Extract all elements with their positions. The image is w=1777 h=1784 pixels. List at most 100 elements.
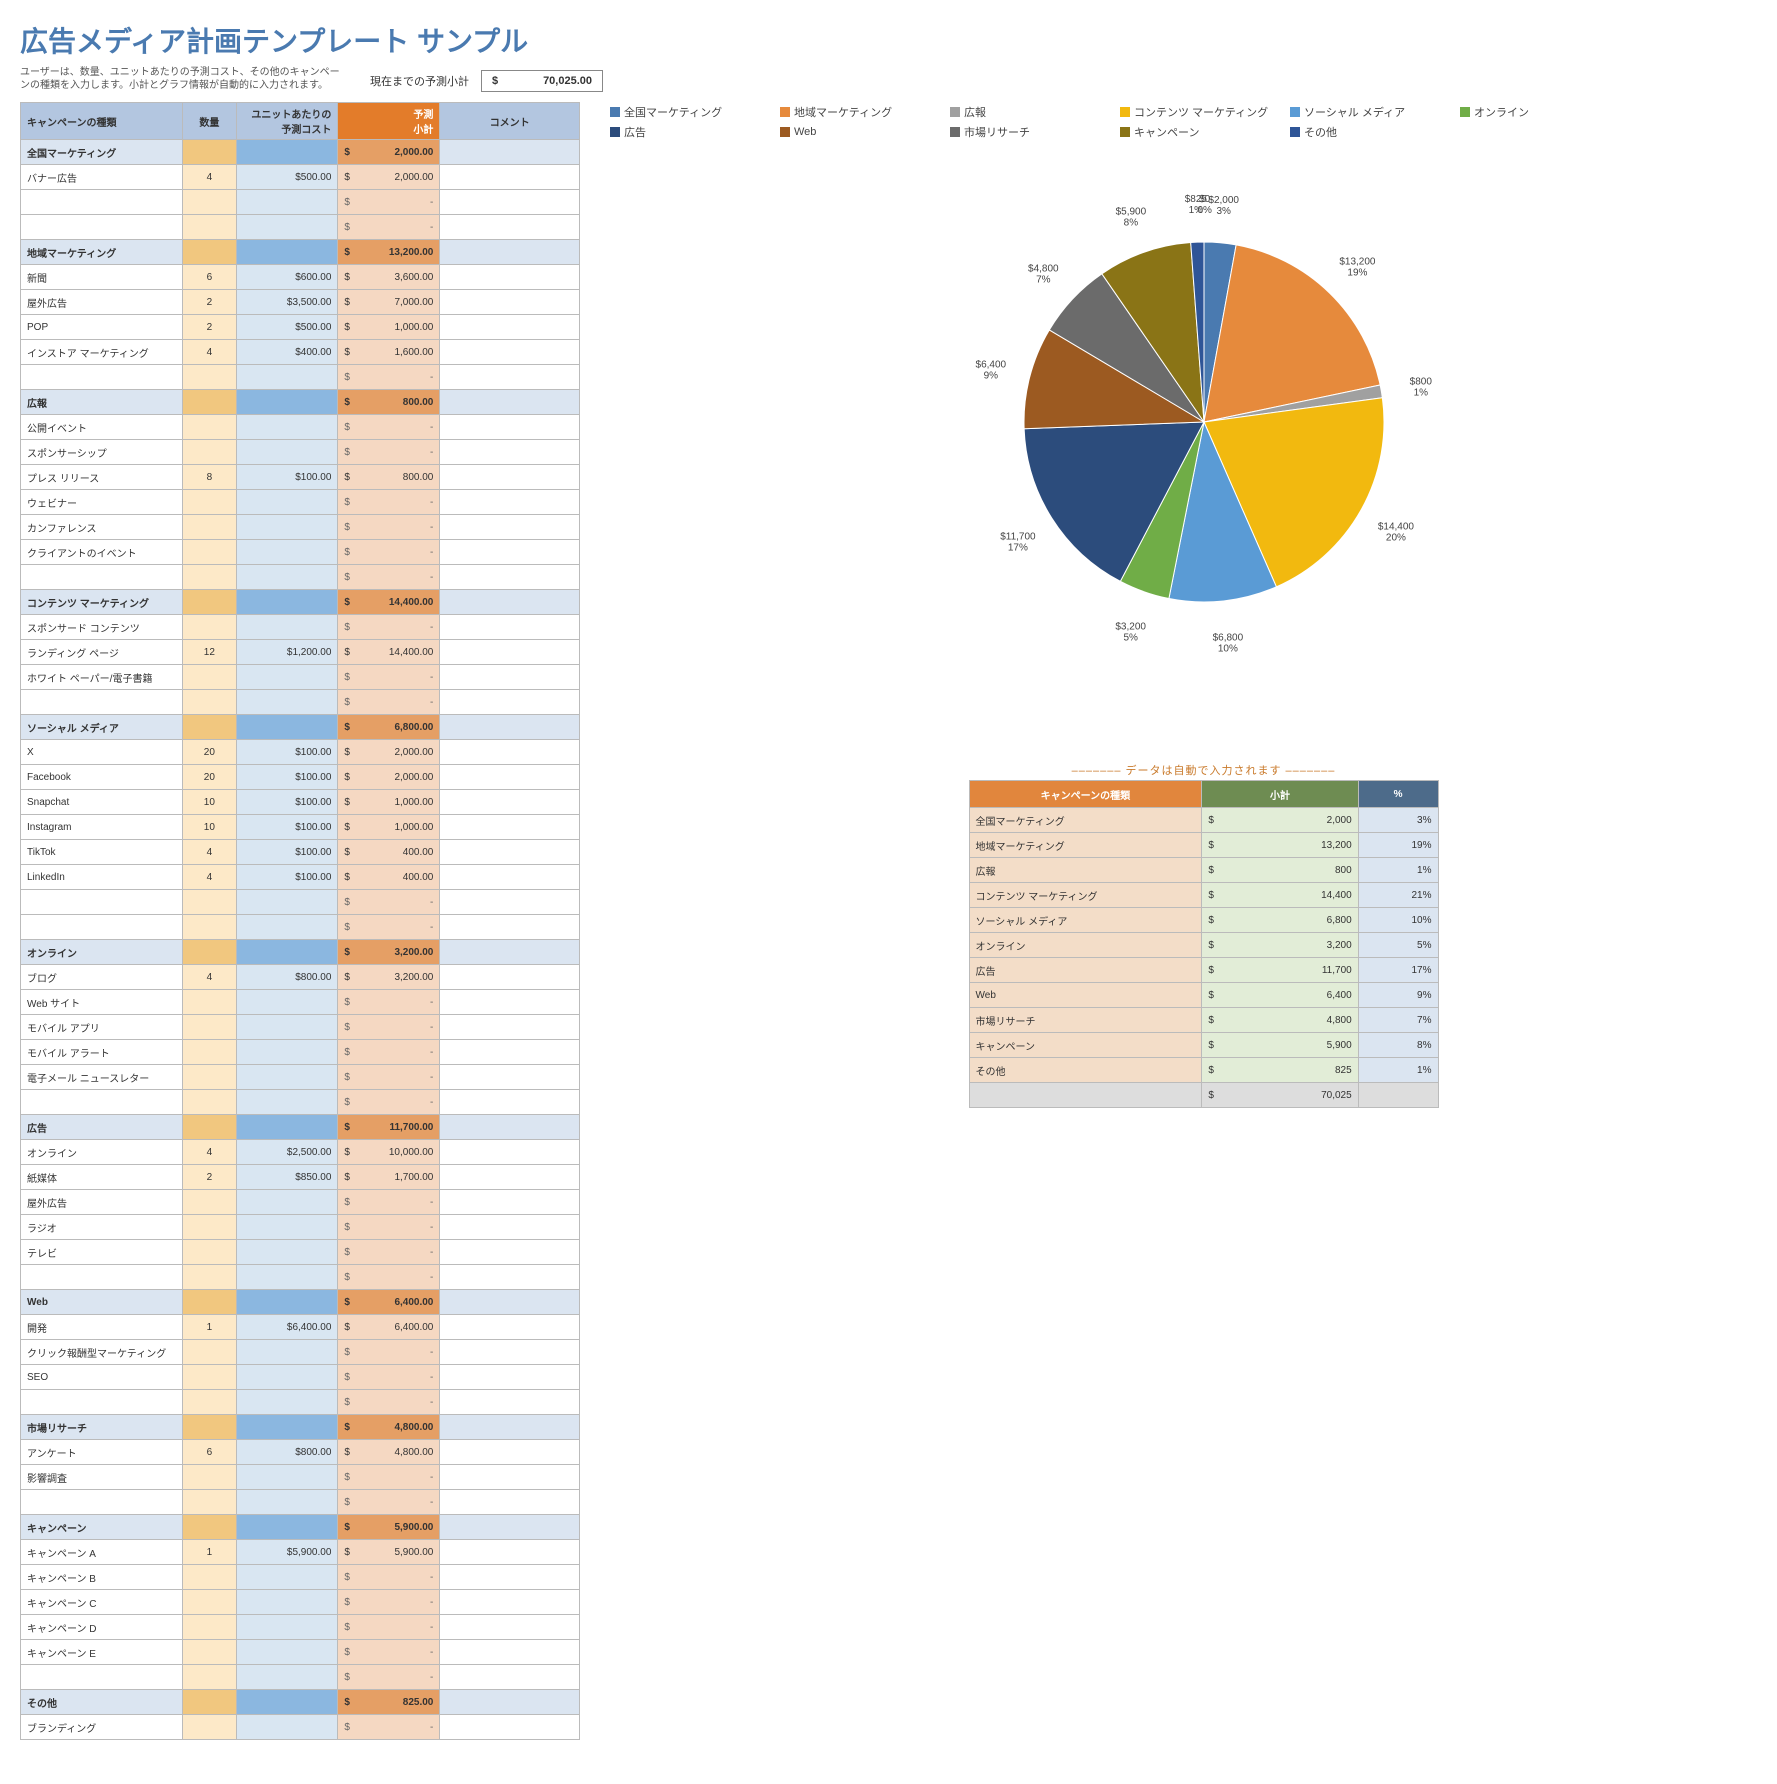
summary-row: その他$8251%	[969, 1058, 1438, 1083]
chart-legend: 全国マーケティング地域マーケティング広報コンテンツ マーケティングソーシャル メ…	[610, 102, 1777, 142]
table-row: Snapchat10$100.00$1,000.00	[21, 790, 580, 815]
table-row: ブランディング$-	[21, 1715, 580, 1740]
table-header-row: キャンペーンの種類 数量 ユニットあたりの 予測コスト 予測 小計 コメント	[21, 103, 580, 140]
table-row: POP2$500.00$1,000.00	[21, 315, 580, 340]
pie-label: $6,800	[1212, 633, 1243, 644]
table-row: プレス リリース8$100.00$800.00	[21, 465, 580, 490]
table-row: 屋外広告2$3,500.00$7,000.00	[21, 290, 580, 315]
section-row: 市場リサーチ$4,800.00	[21, 1415, 580, 1440]
section-row: Web$6,400.00	[21, 1290, 580, 1315]
section-row: ソーシャル メディア$6,800.00	[21, 715, 580, 740]
table-row: $-	[21, 915, 580, 940]
pie-label: 9%	[983, 371, 998, 382]
section-row: 広報$800.00	[21, 390, 580, 415]
table-row: $-	[21, 690, 580, 715]
table-row: 紙媒体2$850.00$1,700.00	[21, 1165, 580, 1190]
summary-th-pct: %	[1358, 781, 1438, 808]
summary-th-sub: 小計	[1202, 781, 1358, 808]
table-row: ランディング ページ12$1,200.00$14,400.00	[21, 640, 580, 665]
table-row: アンケート6$800.00$4,800.00	[21, 1440, 580, 1465]
legend-item: コンテンツ マーケティング	[1120, 102, 1290, 122]
table-row: 電子メール ニュースレター$-	[21, 1065, 580, 1090]
summary-row: 市場リサーチ$4,8007%	[969, 1008, 1438, 1033]
table-row: SEO$-	[21, 1365, 580, 1390]
table-row: クリック報酬型マーケティング$-	[21, 1340, 580, 1365]
summary-row: 全国マーケティング$2,0003%	[969, 808, 1438, 833]
summary-th-name: キャンペーンの種類	[969, 781, 1202, 808]
table-row: ブログ4$800.00$3,200.00	[21, 965, 580, 990]
table-row: キャンペーン E$-	[21, 1640, 580, 1665]
pie-label: $14,400	[1377, 522, 1414, 533]
table-row: $-	[21, 215, 580, 240]
page-title: 広告メディア計画テンプレート サンプル	[20, 20, 1777, 60]
summary-row: オンライン$3,2005%	[969, 933, 1438, 958]
summary-row: キャンペーン$5,9008%	[969, 1033, 1438, 1058]
pie-label: 3%	[1216, 206, 1231, 217]
table-row: $-	[21, 890, 580, 915]
summary-row: 地域マーケティング$13,20019%	[969, 833, 1438, 858]
table-row: キャンペーン A1$5,900.00$5,900.00	[21, 1540, 580, 1565]
table-row: 影響調査$-	[21, 1465, 580, 1490]
section-row: 広告$11,700.00	[21, 1115, 580, 1140]
table-row: スポンサーシップ$-	[21, 440, 580, 465]
pie-label: 8%	[1123, 218, 1138, 229]
th-sub: 予測 小計	[338, 103, 440, 140]
legend-item: Web	[780, 124, 950, 140]
th-cost: ユニットあたりの 予測コスト	[237, 103, 338, 140]
table-row: オンライン4$2,500.00$10,000.00	[21, 1140, 580, 1165]
pie-label: $2,000	[1208, 195, 1239, 206]
pie-label: 17%	[1007, 542, 1027, 553]
table-row: 開発1$6,400.00$6,400.00	[21, 1315, 580, 1340]
pie-label: $13,200	[1339, 256, 1376, 267]
table-row: $-	[21, 1665, 580, 1690]
subtotal-box: 現在までの予測小計 $70,025.00	[370, 70, 603, 92]
summary-row: Web$6,4009%	[969, 983, 1438, 1008]
legend-item: ソーシャル メディア	[1290, 102, 1460, 122]
summary-row: 広報$8001%	[969, 858, 1438, 883]
th-comment: コメント	[440, 103, 580, 140]
legend-item: 地域マーケティング	[780, 102, 950, 122]
table-row: キャンペーン B$-	[21, 1565, 580, 1590]
table-row: ラジオ$-	[21, 1215, 580, 1240]
pie-label: $3,200	[1115, 621, 1146, 632]
legend-item: 市場リサーチ	[950, 122, 1120, 142]
table-row: モバイル アプリ$-	[21, 1015, 580, 1040]
summary-title: ––––––– データは自動で入力されます –––––––	[610, 762, 1777, 778]
table-row: キャンペーン D$-	[21, 1615, 580, 1640]
pie-label: $800	[1409, 377, 1432, 388]
table-row: クライアントのイベント$-	[21, 540, 580, 565]
table-row: インストア マーケティング4$400.00$1,600.00	[21, 340, 580, 365]
table-row: モバイル アラート$-	[21, 1040, 580, 1065]
table-row: ホワイト ペーパー/電子書籍$-	[21, 665, 580, 690]
legend-item: 全国マーケティング	[610, 102, 780, 122]
page-subtitle: ユーザーは、数量、ユニットあたりの予測コスト、その他のキャンペーンの種類を入力し…	[20, 66, 340, 92]
table-row: $-	[21, 190, 580, 215]
pie-label: 1%	[1413, 388, 1428, 399]
table-row: バナー広告4$500.00$2,000.00	[21, 165, 580, 190]
section-row: オンライン$3,200.00	[21, 940, 580, 965]
section-row: キャンペーン$5,900.00	[21, 1515, 580, 1540]
table-row: 屋外広告$-	[21, 1190, 580, 1215]
table-row: 新聞6$600.00$3,600.00	[21, 265, 580, 290]
plan-table: キャンペーンの種類 数量 ユニットあたりの 予測コスト 予測 小計 コメント 全…	[20, 102, 580, 1740]
pie-label: 20%	[1385, 533, 1405, 544]
section-row: コンテンツ マーケティング$14,400.00	[21, 590, 580, 615]
table-row: $-	[21, 1090, 580, 1115]
table-row: Web サイト$-	[21, 990, 580, 1015]
pie-chart: $2,0003% $13,20019% $8001% $14,40020% $6,800…	[610, 162, 1777, 682]
summary-table: キャンペーンの種類 小計 % 全国マーケティング$2,0003%地域マーケティン…	[969, 780, 1439, 1108]
legend-item: キャンペーン	[1120, 122, 1290, 142]
pie-label: $0	[1199, 194, 1211, 205]
table-row: ウェビナー$-	[21, 490, 580, 515]
table-row: $-	[21, 1265, 580, 1290]
summary-row: 広告$11,70017%	[969, 958, 1438, 983]
summary-total-row: $70,025	[969, 1083, 1438, 1108]
table-row: Facebook20$100.00$2,000.00	[21, 765, 580, 790]
legend-item: 広告	[610, 122, 780, 142]
pie-label: 19%	[1347, 267, 1367, 278]
legend-item: その他	[1290, 122, 1460, 142]
table-row: TikTok4$100.00$400.00	[21, 840, 580, 865]
table-row: テレビ$-	[21, 1240, 580, 1265]
table-row: X20$100.00$2,000.00	[21, 740, 580, 765]
table-row: 公開イベント$-	[21, 415, 580, 440]
